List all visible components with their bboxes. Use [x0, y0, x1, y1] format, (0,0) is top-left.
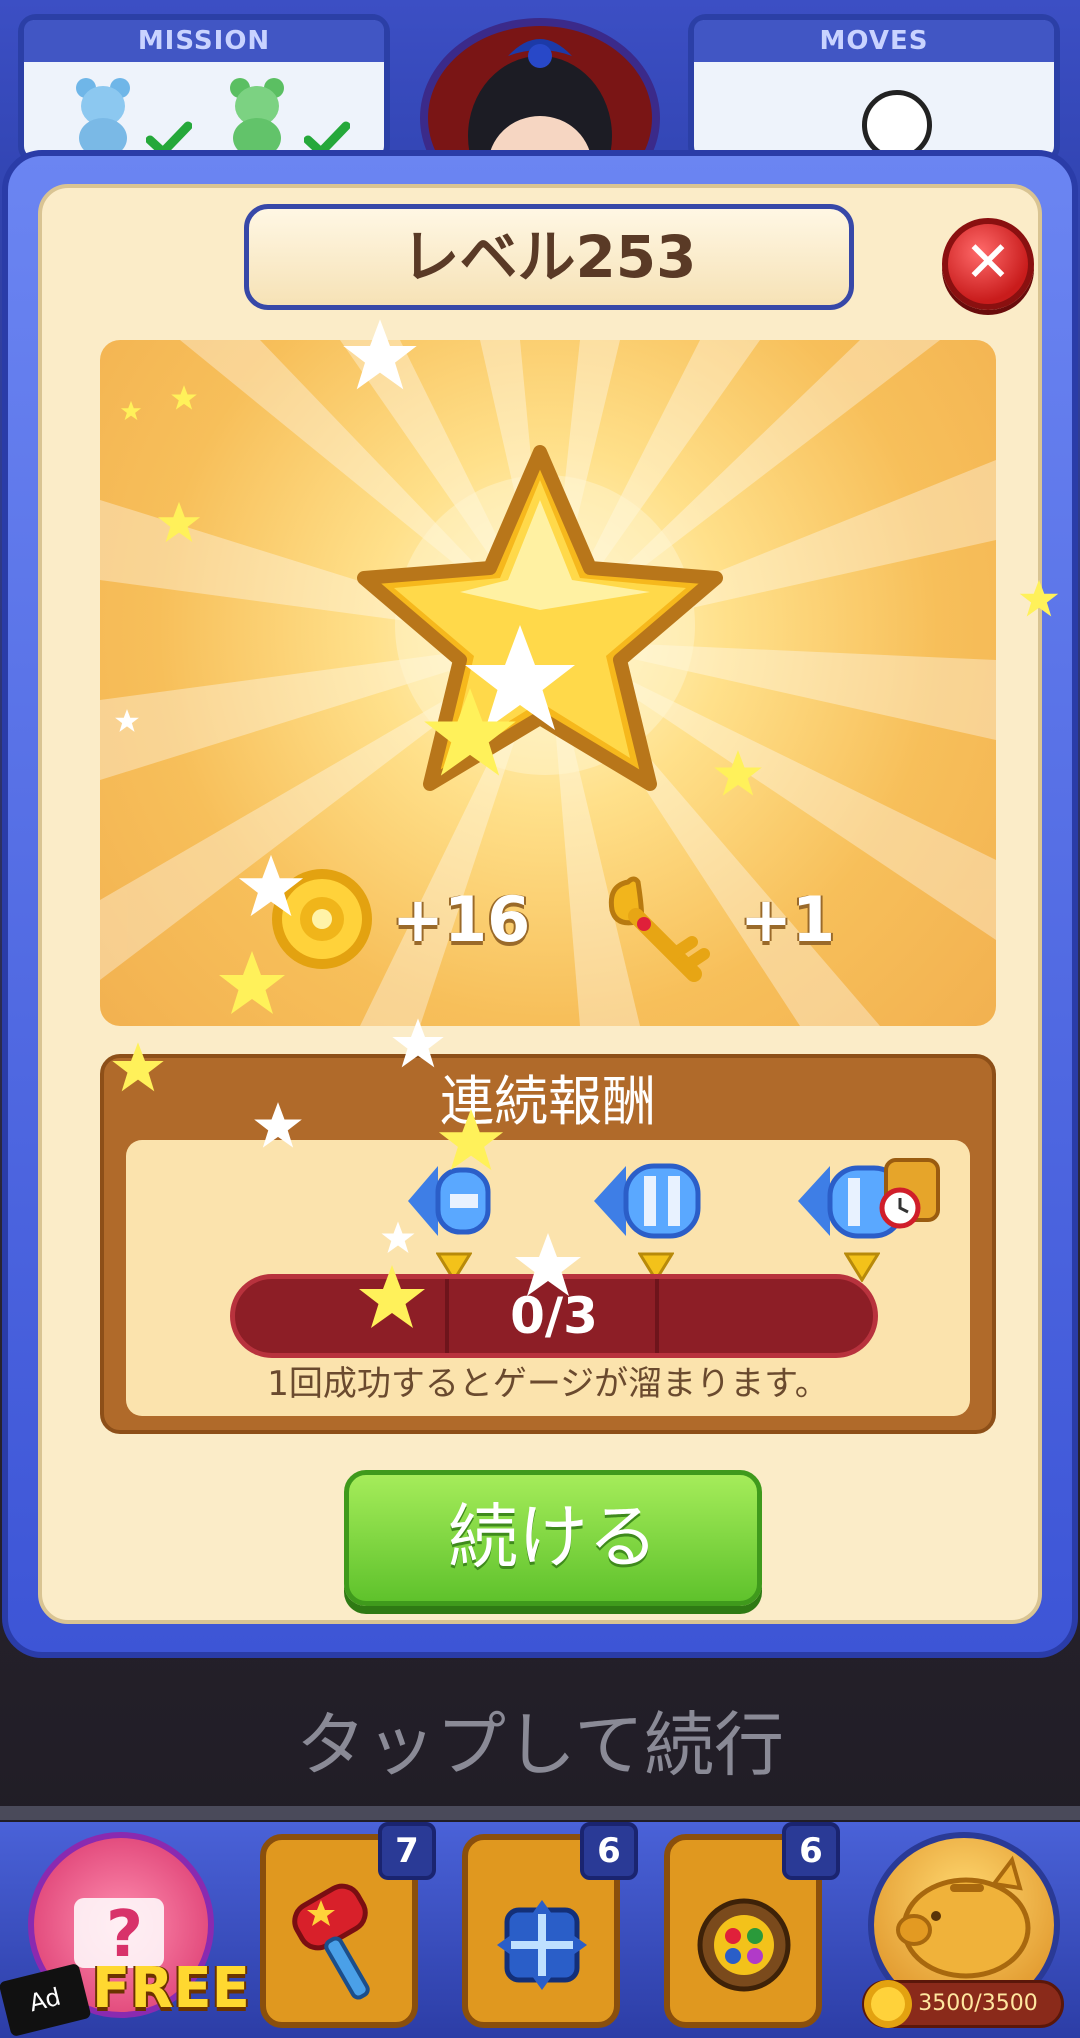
hammer-booster-slot[interactable]: 7 — [260, 1822, 436, 2028]
level-title: レベル253 — [244, 204, 854, 310]
key-icon — [608, 876, 710, 982]
hammer-count: 7 — [378, 1822, 436, 1880]
close-icon: ✕ — [964, 230, 1012, 295]
streak-progress-text: 0/3 — [510, 1287, 598, 1345]
booster-bar: ? Ad FREE 7 6 6 3500/3500 — [0, 1822, 1080, 2038]
ad-badge: Ad — [0, 1962, 92, 2038]
green-gummy-bear-icon — [230, 78, 284, 156]
blue-gummy-bear-icon — [76, 78, 130, 156]
streak-hint: 1回成功するとゲージが溜まります。 — [267, 1364, 829, 1404]
streak-reward-panel: 連続報酬 0/3 1回成功するとゲージが溜まります。 — [100, 1054, 996, 1434]
shuffle-booster-slot[interactable]: 6 — [462, 1822, 638, 2028]
double-rocket-booster-icon — [594, 1163, 701, 1239]
hammer-icon — [292, 1883, 370, 2000]
board-edge — [0, 1806, 1080, 1820]
color-bomb-booster-slot[interactable]: 6 — [664, 1822, 840, 2028]
key-reward-value: +1 — [740, 883, 836, 956]
continue-button[interactable]: 続ける — [344, 1470, 762, 1606]
level-complete-dialog: レベル253 ✕ +16 +1 連続報酬 0/3 1回成功するとゲージが溜まりま… — [2, 150, 1078, 1658]
reward-panel: +16 +1 — [100, 340, 996, 1026]
dialog-body: レベル253 ✕ +16 +1 連続報酬 0/3 1回成功するとゲージが溜まりま… — [38, 184, 1042, 1624]
level-star-icon — [357, 445, 723, 791]
close-button[interactable]: ✕ — [942, 218, 1034, 310]
rocket-booster-icon — [408, 1166, 491, 1236]
moves-panel: MOVES — [688, 14, 1060, 164]
free-label: FREE — [92, 1956, 250, 2021]
streak-progress-bar: 0/3 — [230, 1274, 878, 1358]
coin-icon — [272, 869, 372, 969]
mission-label: MISSION — [24, 20, 384, 62]
rocket-bomb-booster-icon — [798, 1158, 940, 1239]
moves-label: MOVES — [694, 20, 1054, 62]
color-bomb-count: 6 — [782, 1822, 840, 1880]
color-bomb-icon — [697, 1898, 791, 1992]
shuffle-icon — [497, 1900, 587, 1990]
piggy-bank-icon — [896, 1855, 1031, 1979]
shuffle-count: 6 — [580, 1822, 638, 1880]
mission-panel: MISSION — [18, 14, 390, 164]
tap-to-continue-hint[interactable]: タップして続行 — [0, 1700, 1080, 1790]
coin-icon — [864, 1980, 912, 2028]
streak-title: 連続報酬 — [440, 1070, 656, 1133]
streak-progress-area: 0/3 1回成功するとゲージが溜まります。 — [126, 1140, 970, 1416]
coin-reward-value: +16 — [392, 883, 531, 956]
